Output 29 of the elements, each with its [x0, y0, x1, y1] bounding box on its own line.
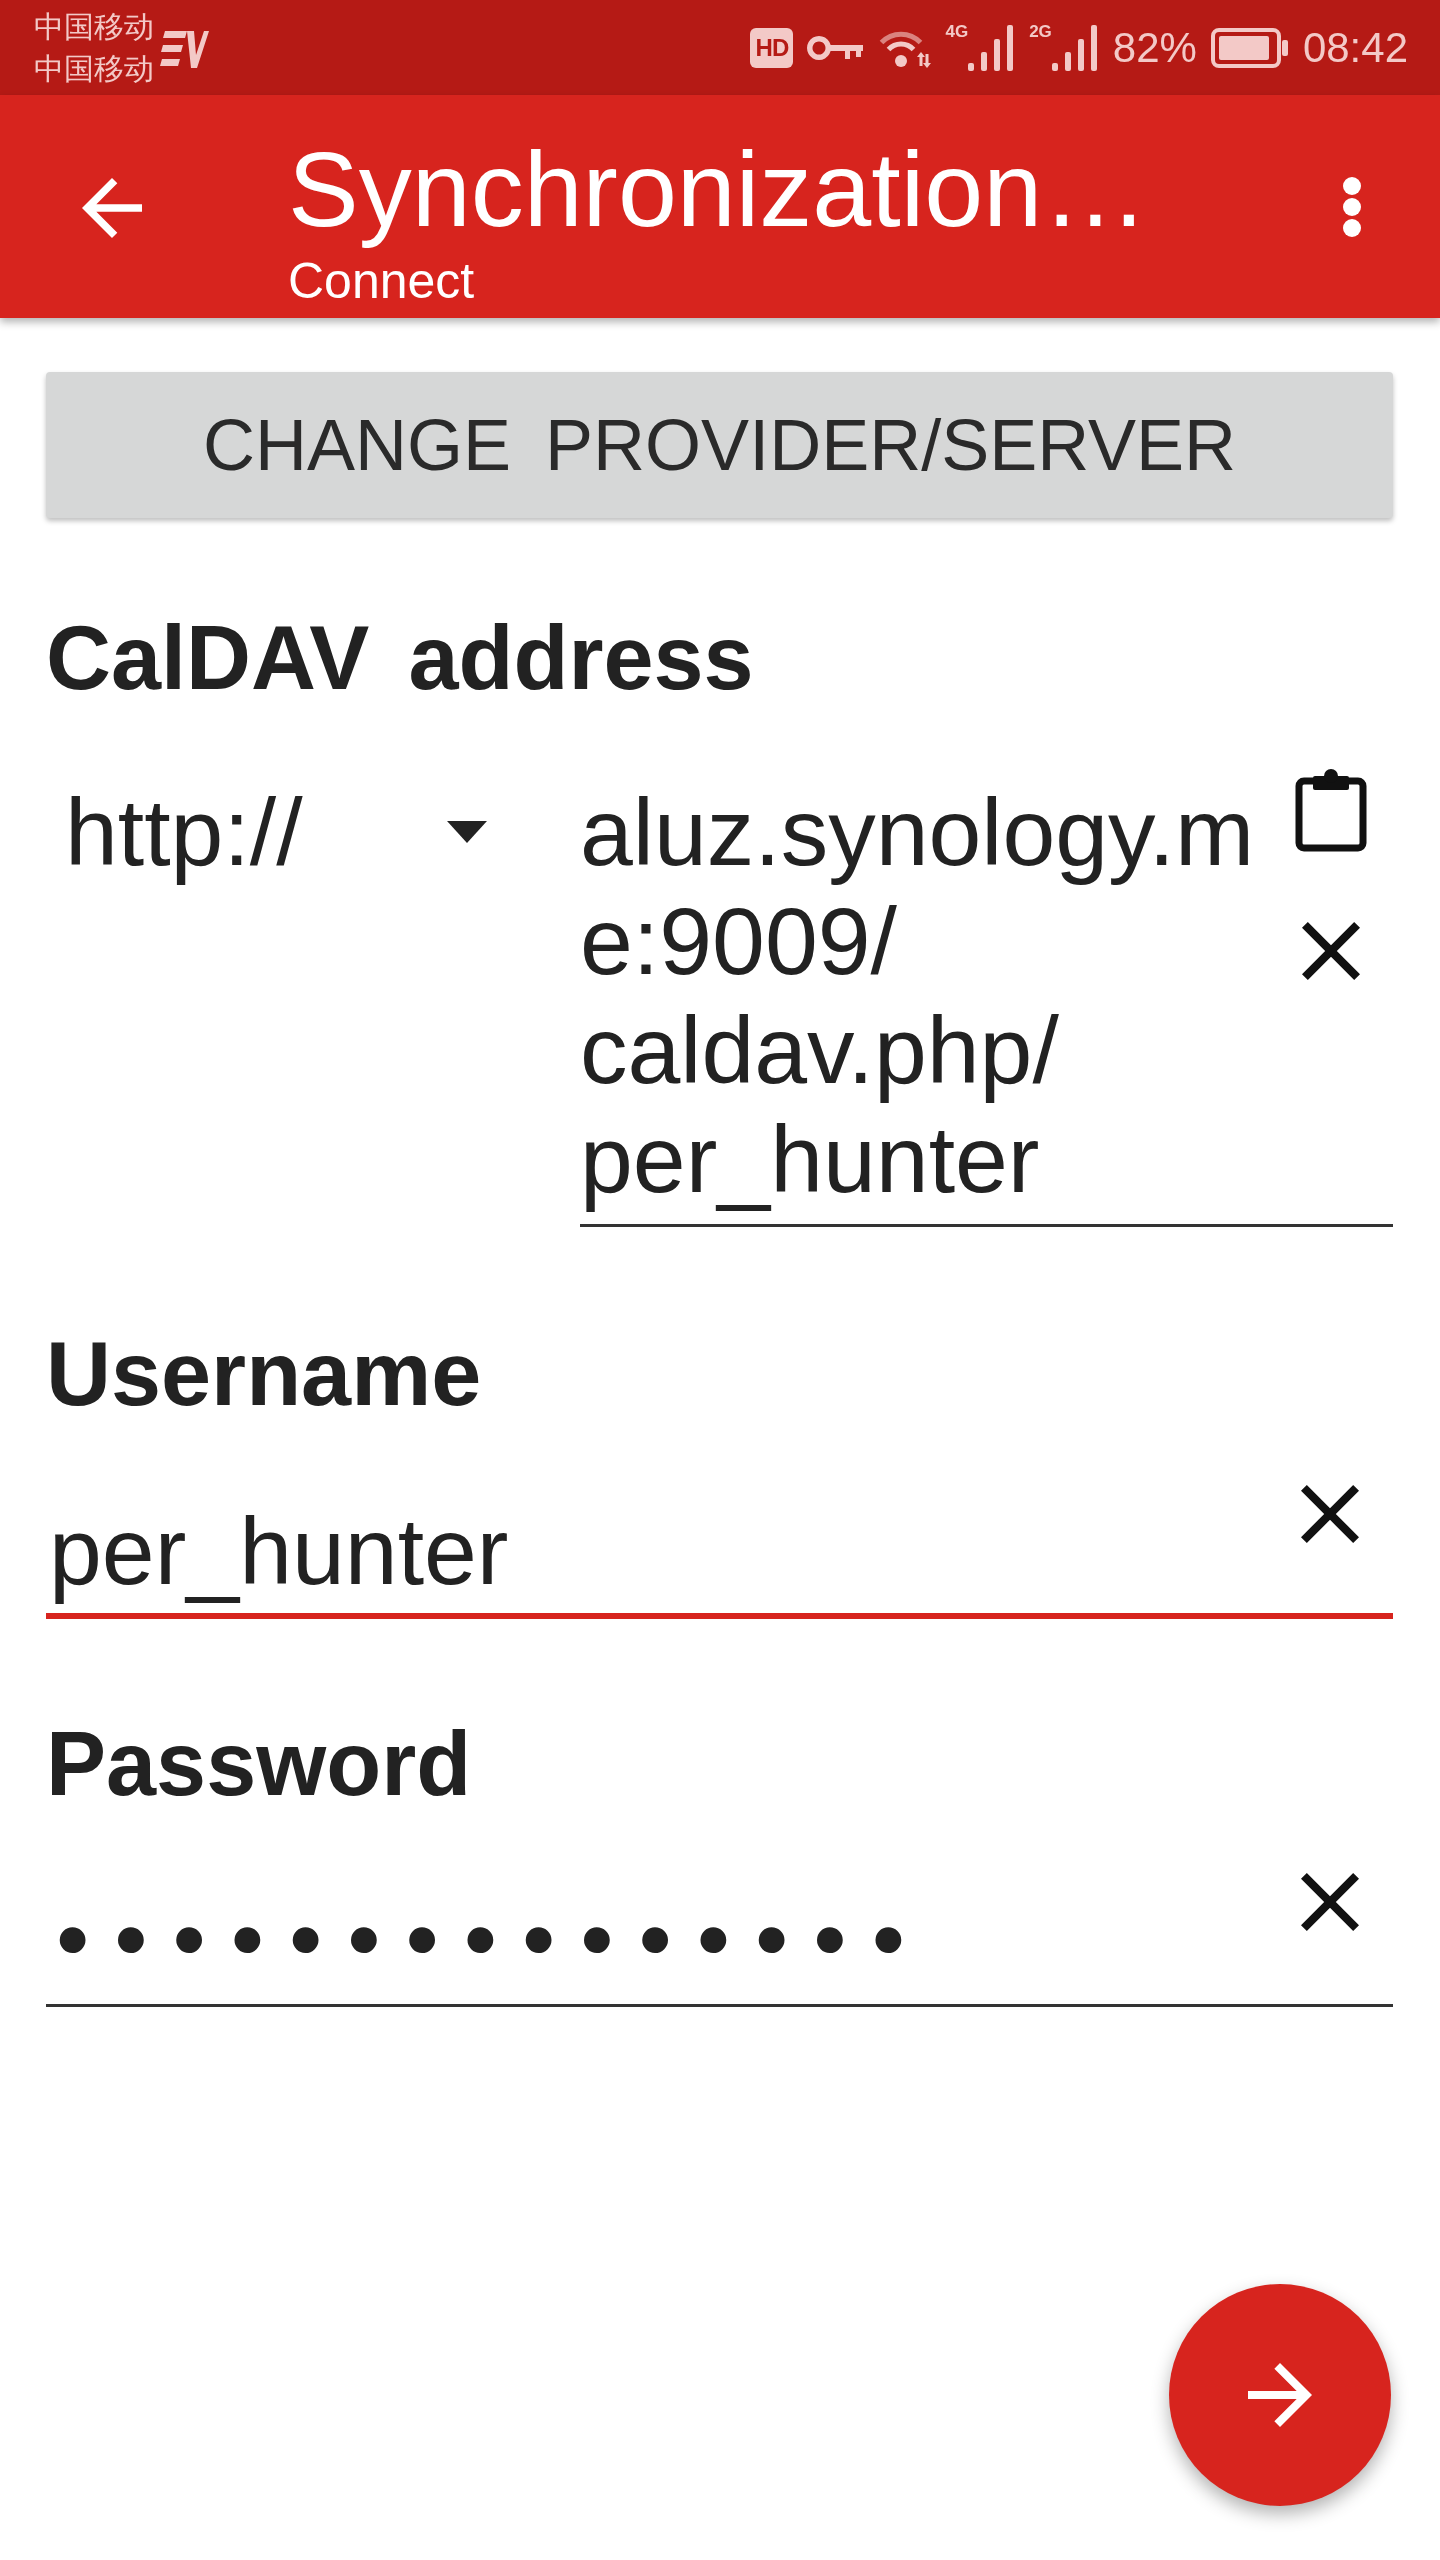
signal-bars-icon — [968, 24, 1016, 71]
carrier-name: 中国移动 — [34, 50, 154, 87]
field-label: CalDAV address — [46, 607, 754, 710]
clear-icon[interactable] — [1302, 922, 1360, 980]
arrow-right-icon — [1248, 2363, 1312, 2427]
back-arrow-icon[interactable] — [82, 178, 142, 238]
clear-icon[interactable] — [1301, 1873, 1359, 1931]
scheme-dropdown[interactable]: http:// — [46, 769, 560, 887]
clear-icon[interactable] — [1301, 1485, 1359, 1543]
toolbar-subtitle: Connect — [288, 253, 475, 309]
battery-icon — [1210, 27, 1289, 68]
carrier-name: 中国移动 — [34, 8, 154, 45]
password-field[interactable]: ••••••••••••••• — [46, 1873, 1393, 2007]
more-menu-icon[interactable] — [1342, 176, 1362, 238]
clock-time: 08:42 — [1302, 23, 1408, 72]
username-field[interactable]: per_hunter — [46, 1485, 1393, 1619]
hd-badge: HD — [750, 27, 794, 68]
clipboard-icon[interactable] — [1295, 769, 1367, 852]
caret-icon — [447, 821, 487, 843]
change-provider-button[interactable]: CHANGE PROVIDER/SERVER — [46, 372, 1393, 518]
field-label: Password — [46, 1713, 472, 1816]
network-type-label: 4G — [945, 22, 969, 41]
toolbar-title: Synchronization… — [288, 129, 1149, 250]
key-icon — [807, 33, 864, 62]
signal-bars-icon — [1051, 24, 1099, 71]
battery-percent: 82% — [1112, 23, 1197, 72]
network-type-label: 2G — [1029, 22, 1052, 41]
field-label: Username — [46, 1323, 482, 1426]
address-field[interactable]: aluz.synology.me:9009/caldav.php/per_hunter — [580, 769, 1393, 1227]
